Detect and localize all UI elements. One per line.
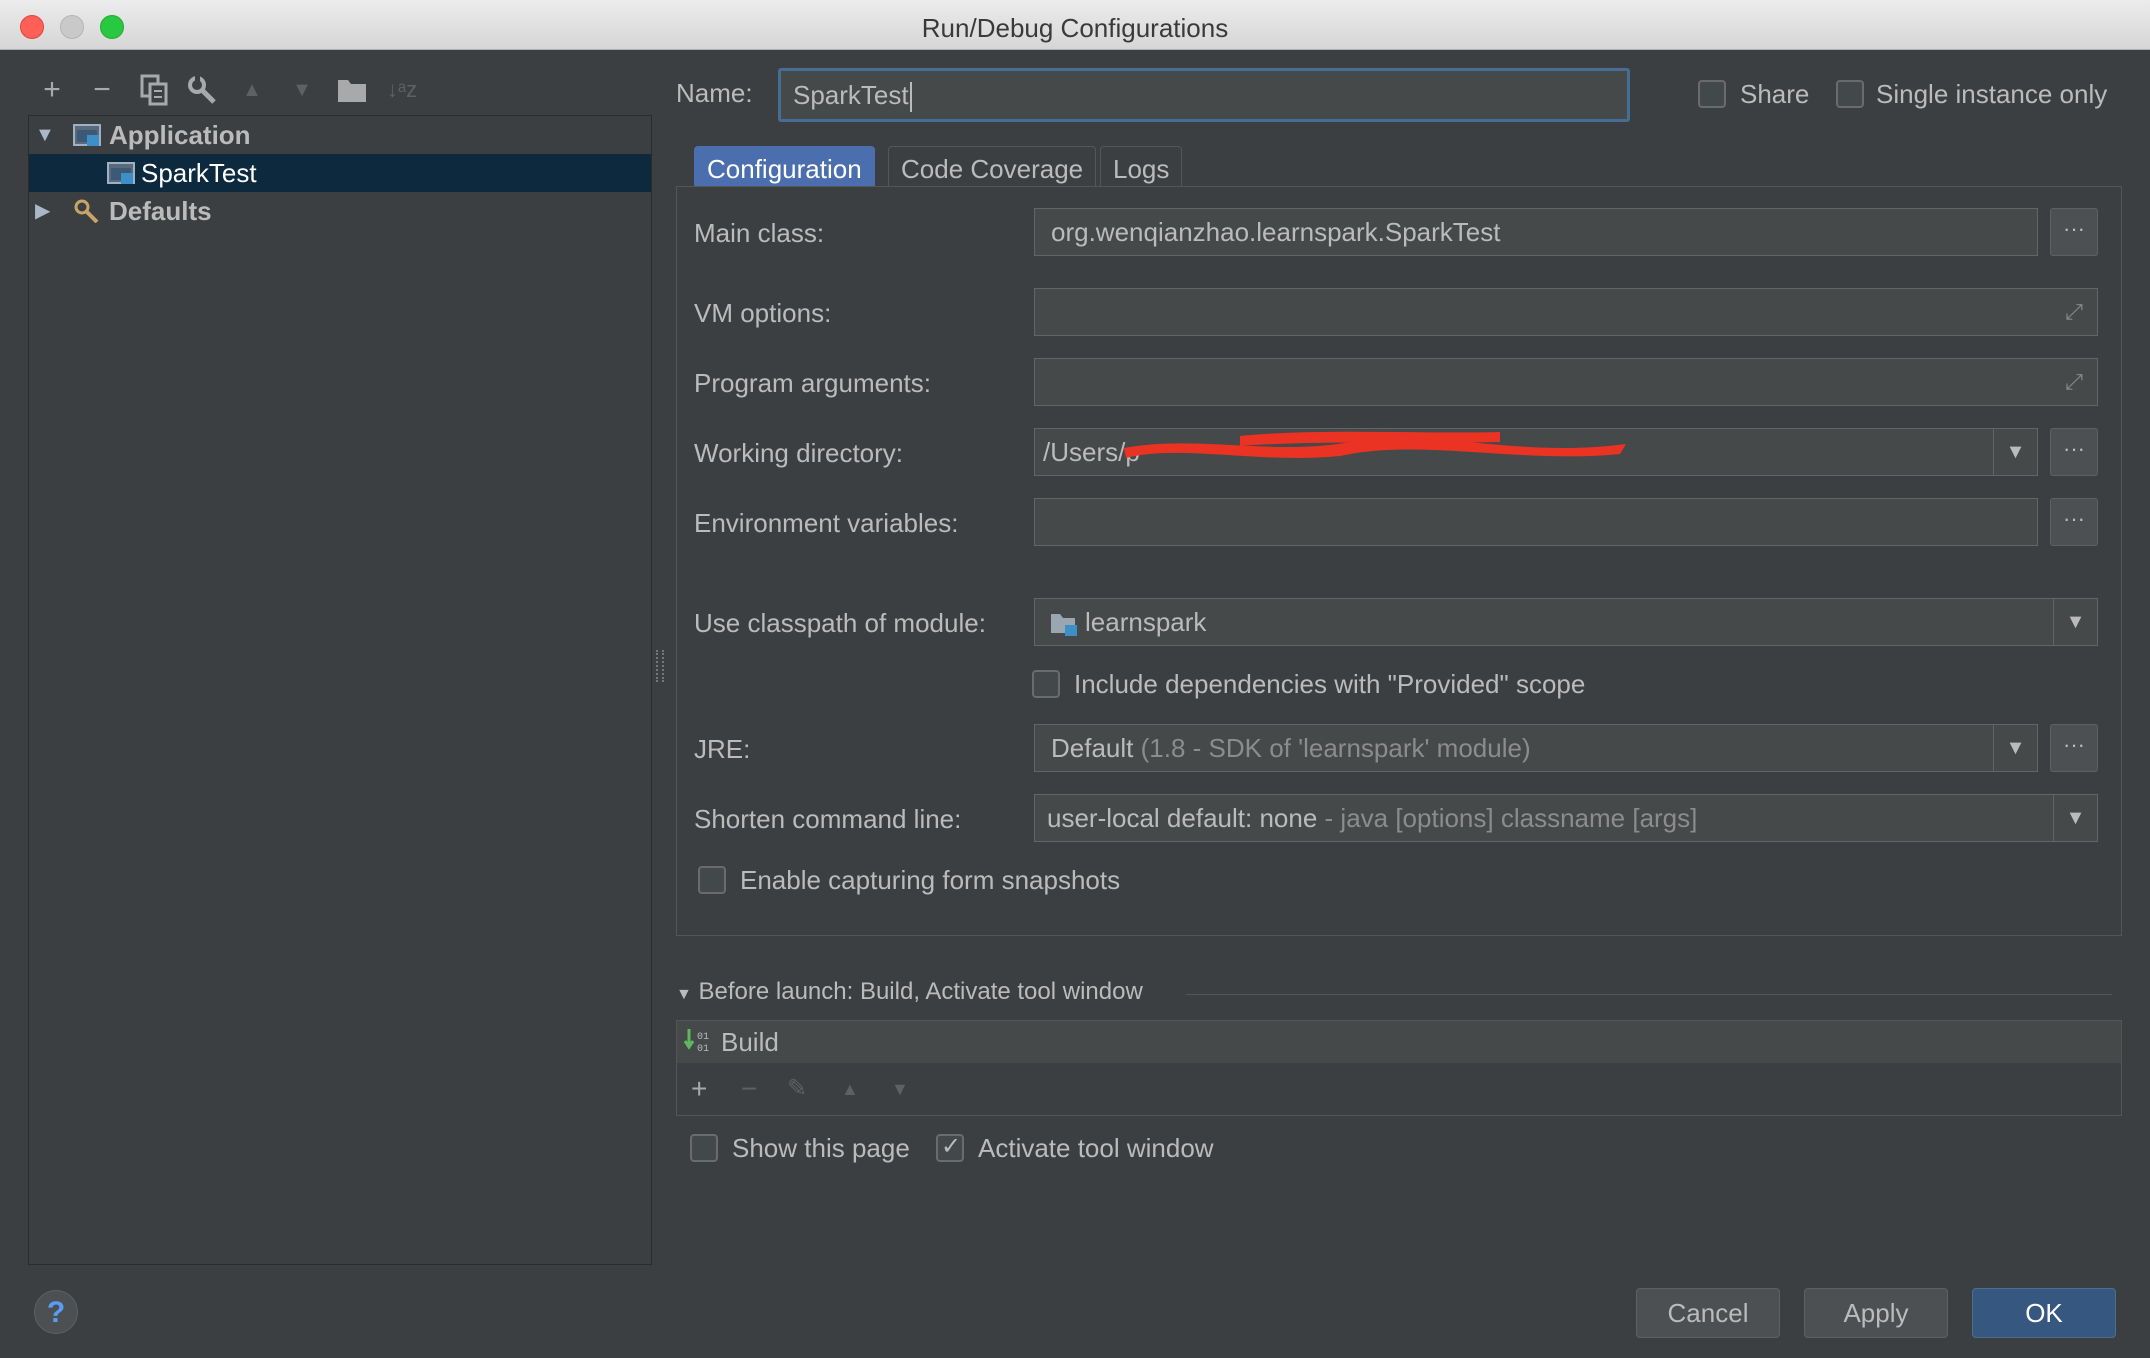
- build-icon: 0101: [683, 1029, 709, 1055]
- expand-icon[interactable]: ⤢: [2061, 299, 2087, 325]
- environment-variables-browse-button[interactable]: ···: [2050, 498, 2098, 546]
- redaction-scribble: [1124, 431, 1626, 458]
- title-bar: Run/Debug Configurations: [0, 0, 2150, 50]
- working-directory-dropdown[interactable]: ▼: [1993, 429, 2037, 475]
- program-arguments-input[interactable]: ⤢: [1034, 358, 2098, 406]
- before-launch-header[interactable]: ▼ Before launch: Build, Activate tool wi…: [676, 978, 1143, 1006]
- jre-value: Default: [1051, 733, 1134, 763]
- edit-task-button[interactable]: ✎: [787, 1071, 807, 1107]
- sort-button[interactable]: ↓ᵃz: [382, 72, 422, 108]
- help-button[interactable]: ?: [34, 1290, 78, 1334]
- tree-item-defaults[interactable]: ▶ Defaults: [29, 192, 651, 230]
- edit-defaults-button[interactable]: [182, 72, 222, 108]
- application-icon: [73, 124, 101, 146]
- tree-item-application[interactable]: ▼ Application: [29, 116, 651, 154]
- copy-icon: [140, 74, 168, 106]
- tab-logs[interactable]: Logs: [1100, 146, 1183, 190]
- name-input[interactable]: SparkTest: [778, 68, 1630, 122]
- copy-configuration-button[interactable]: [134, 72, 174, 108]
- splitter-handle[interactable]: [656, 650, 664, 682]
- text-cursor: [909, 82, 912, 113]
- expand-icon[interactable]: ⤢: [2061, 369, 2087, 395]
- jre-dropdown[interactable]: ▼: [1993, 725, 2037, 771]
- include-provided-checkbox[interactable]: [1032, 670, 1060, 698]
- vm-options-label: VM options:: [694, 298, 832, 328]
- move-task-down-button[interactable]: ▼: [891, 1071, 909, 1107]
- move-task-up-button[interactable]: ▲: [841, 1071, 859, 1107]
- working-directory-label: Working directory:: [694, 438, 904, 468]
- wrench-icon: [74, 199, 99, 223]
- enable-snapshots-checkbox[interactable]: [698, 866, 726, 894]
- apply-button[interactable]: Apply: [1804, 1288, 1948, 1338]
- jre-detail: (1.8 - SDK of 'learnspark' module): [1140, 733, 1531, 763]
- shorten-command-line-detail: - java [options] classname [args]: [1324, 803, 1698, 833]
- program-arguments-label: Program arguments:: [694, 368, 931, 398]
- cancel-button[interactable]: Cancel: [1636, 1288, 1780, 1338]
- environment-variables-input[interactable]: [1034, 498, 2038, 546]
- activate-tool-window-label: Activate tool window: [978, 1133, 1214, 1163]
- name-label: Name:: [676, 78, 753, 108]
- tab-configuration[interactable]: Configuration: [694, 146, 875, 190]
- working-directory-browse-button[interactable]: ···: [2050, 428, 2098, 476]
- remove-task-button[interactable]: −: [741, 1071, 757, 1107]
- divider: [1186, 994, 2112, 995]
- shorten-command-line-value: user-local default: none: [1047, 803, 1318, 833]
- shorten-command-line-select[interactable]: user-local default: none - java [options…: [1034, 794, 2098, 842]
- before-launch-title: Before launch: Build, Activate tool wind…: [698, 978, 1143, 1005]
- run-debug-dialog: Run/Debug Configurations + − ▲ ▼ ↓ᵃz ▼ A…: [0, 0, 2150, 1358]
- activate-tool-window-checkbox[interactable]: [936, 1132, 964, 1162]
- pencil-icon: ✎: [787, 1075, 808, 1102]
- add-configuration-button[interactable]: +: [32, 72, 72, 108]
- main-class-label: Main class:: [694, 218, 825, 248]
- shorten-command-line-label: Shorten command line:: [694, 804, 962, 834]
- include-provided-label: Include dependencies with "Provided" sco…: [1074, 669, 1586, 699]
- chevron-right-icon[interactable]: ▶: [35, 192, 50, 230]
- classpath-module-dropdown[interactable]: ▼: [2053, 599, 2097, 645]
- remove-configuration-button[interactable]: −: [82, 72, 122, 108]
- vm-options-input[interactable]: ⤢: [1034, 288, 2098, 336]
- name-input-value: SparkTest: [793, 80, 909, 110]
- show-page-checkbox[interactable]: [690, 1134, 718, 1162]
- tree-item-label: Defaults: [109, 196, 212, 226]
- tab-bar: Configuration Code Coverage Logs: [676, 146, 2122, 190]
- before-launch-item-label: Build: [721, 1027, 779, 1057]
- jre-browse-button[interactable]: ···: [2050, 724, 2098, 772]
- before-launch-item-build[interactable]: 01 01 Build: [677, 1021, 2121, 1063]
- svg-text:01: 01: [697, 1044, 709, 1055]
- svg-text:01: 01: [697, 1032, 709, 1043]
- single-instance-label: Single instance only: [1876, 79, 2108, 109]
- folder-icon: [338, 80, 366, 102]
- chevron-down-icon[interactable]: ▼: [676, 986, 692, 1003]
- new-folder-button[interactable]: [332, 72, 372, 108]
- add-task-button[interactable]: +: [691, 1071, 707, 1107]
- tree-item-sparktest[interactable]: SparkTest: [29, 154, 651, 192]
- enable-snapshots-label: Enable capturing form snapshots: [740, 865, 1121, 895]
- single-instance-checkbox[interactable]: [1836, 80, 1864, 108]
- shorten-command-line-dropdown[interactable]: ▼: [2053, 795, 2097, 841]
- tree-item-label: Application: [109, 120, 251, 150]
- environment-variables-label: Environment variables:: [694, 508, 959, 538]
- jre-label: JRE:: [694, 734, 751, 764]
- ok-button[interactable]: OK: [1972, 1288, 2116, 1338]
- main-class-input[interactable]: org.wenqianzhao.learnspark.SparkTest: [1034, 208, 2038, 256]
- configuration-tree[interactable]: ▼ Application SparkTest ▶ Defaults: [28, 115, 652, 1265]
- tree-item-label: SparkTest: [141, 158, 257, 188]
- wrench-icon: [188, 76, 216, 104]
- classpath-module-label: Use classpath of module:: [694, 608, 986, 638]
- classpath-module-select[interactable]: learnspark ▼: [1034, 598, 2098, 646]
- jre-select[interactable]: Default (1.8 - SDK of 'learnspark' modul…: [1034, 724, 2038, 772]
- before-launch-list: 01 01 Build + − ✎ ▲ ▼: [676, 1020, 2122, 1116]
- chevron-down-icon[interactable]: ▼: [35, 116, 55, 154]
- move-up-button[interactable]: ▲: [232, 72, 272, 108]
- window-title: Run/Debug Configurations: [921, 13, 1229, 43]
- module-folder-icon: [1051, 614, 1077, 637]
- application-icon: [107, 162, 135, 184]
- main-class-browse-button[interactable]: ···: [2050, 208, 2098, 256]
- show-page-label: Show this page: [732, 1133, 910, 1163]
- classpath-module-value: learnspark: [1085, 607, 1207, 637]
- share-label: Share: [1740, 79, 1810, 109]
- share-checkbox[interactable]: [1698, 80, 1726, 108]
- tab-code-coverage[interactable]: Code Coverage: [888, 146, 1097, 190]
- move-down-button[interactable]: ▼: [282, 72, 322, 108]
